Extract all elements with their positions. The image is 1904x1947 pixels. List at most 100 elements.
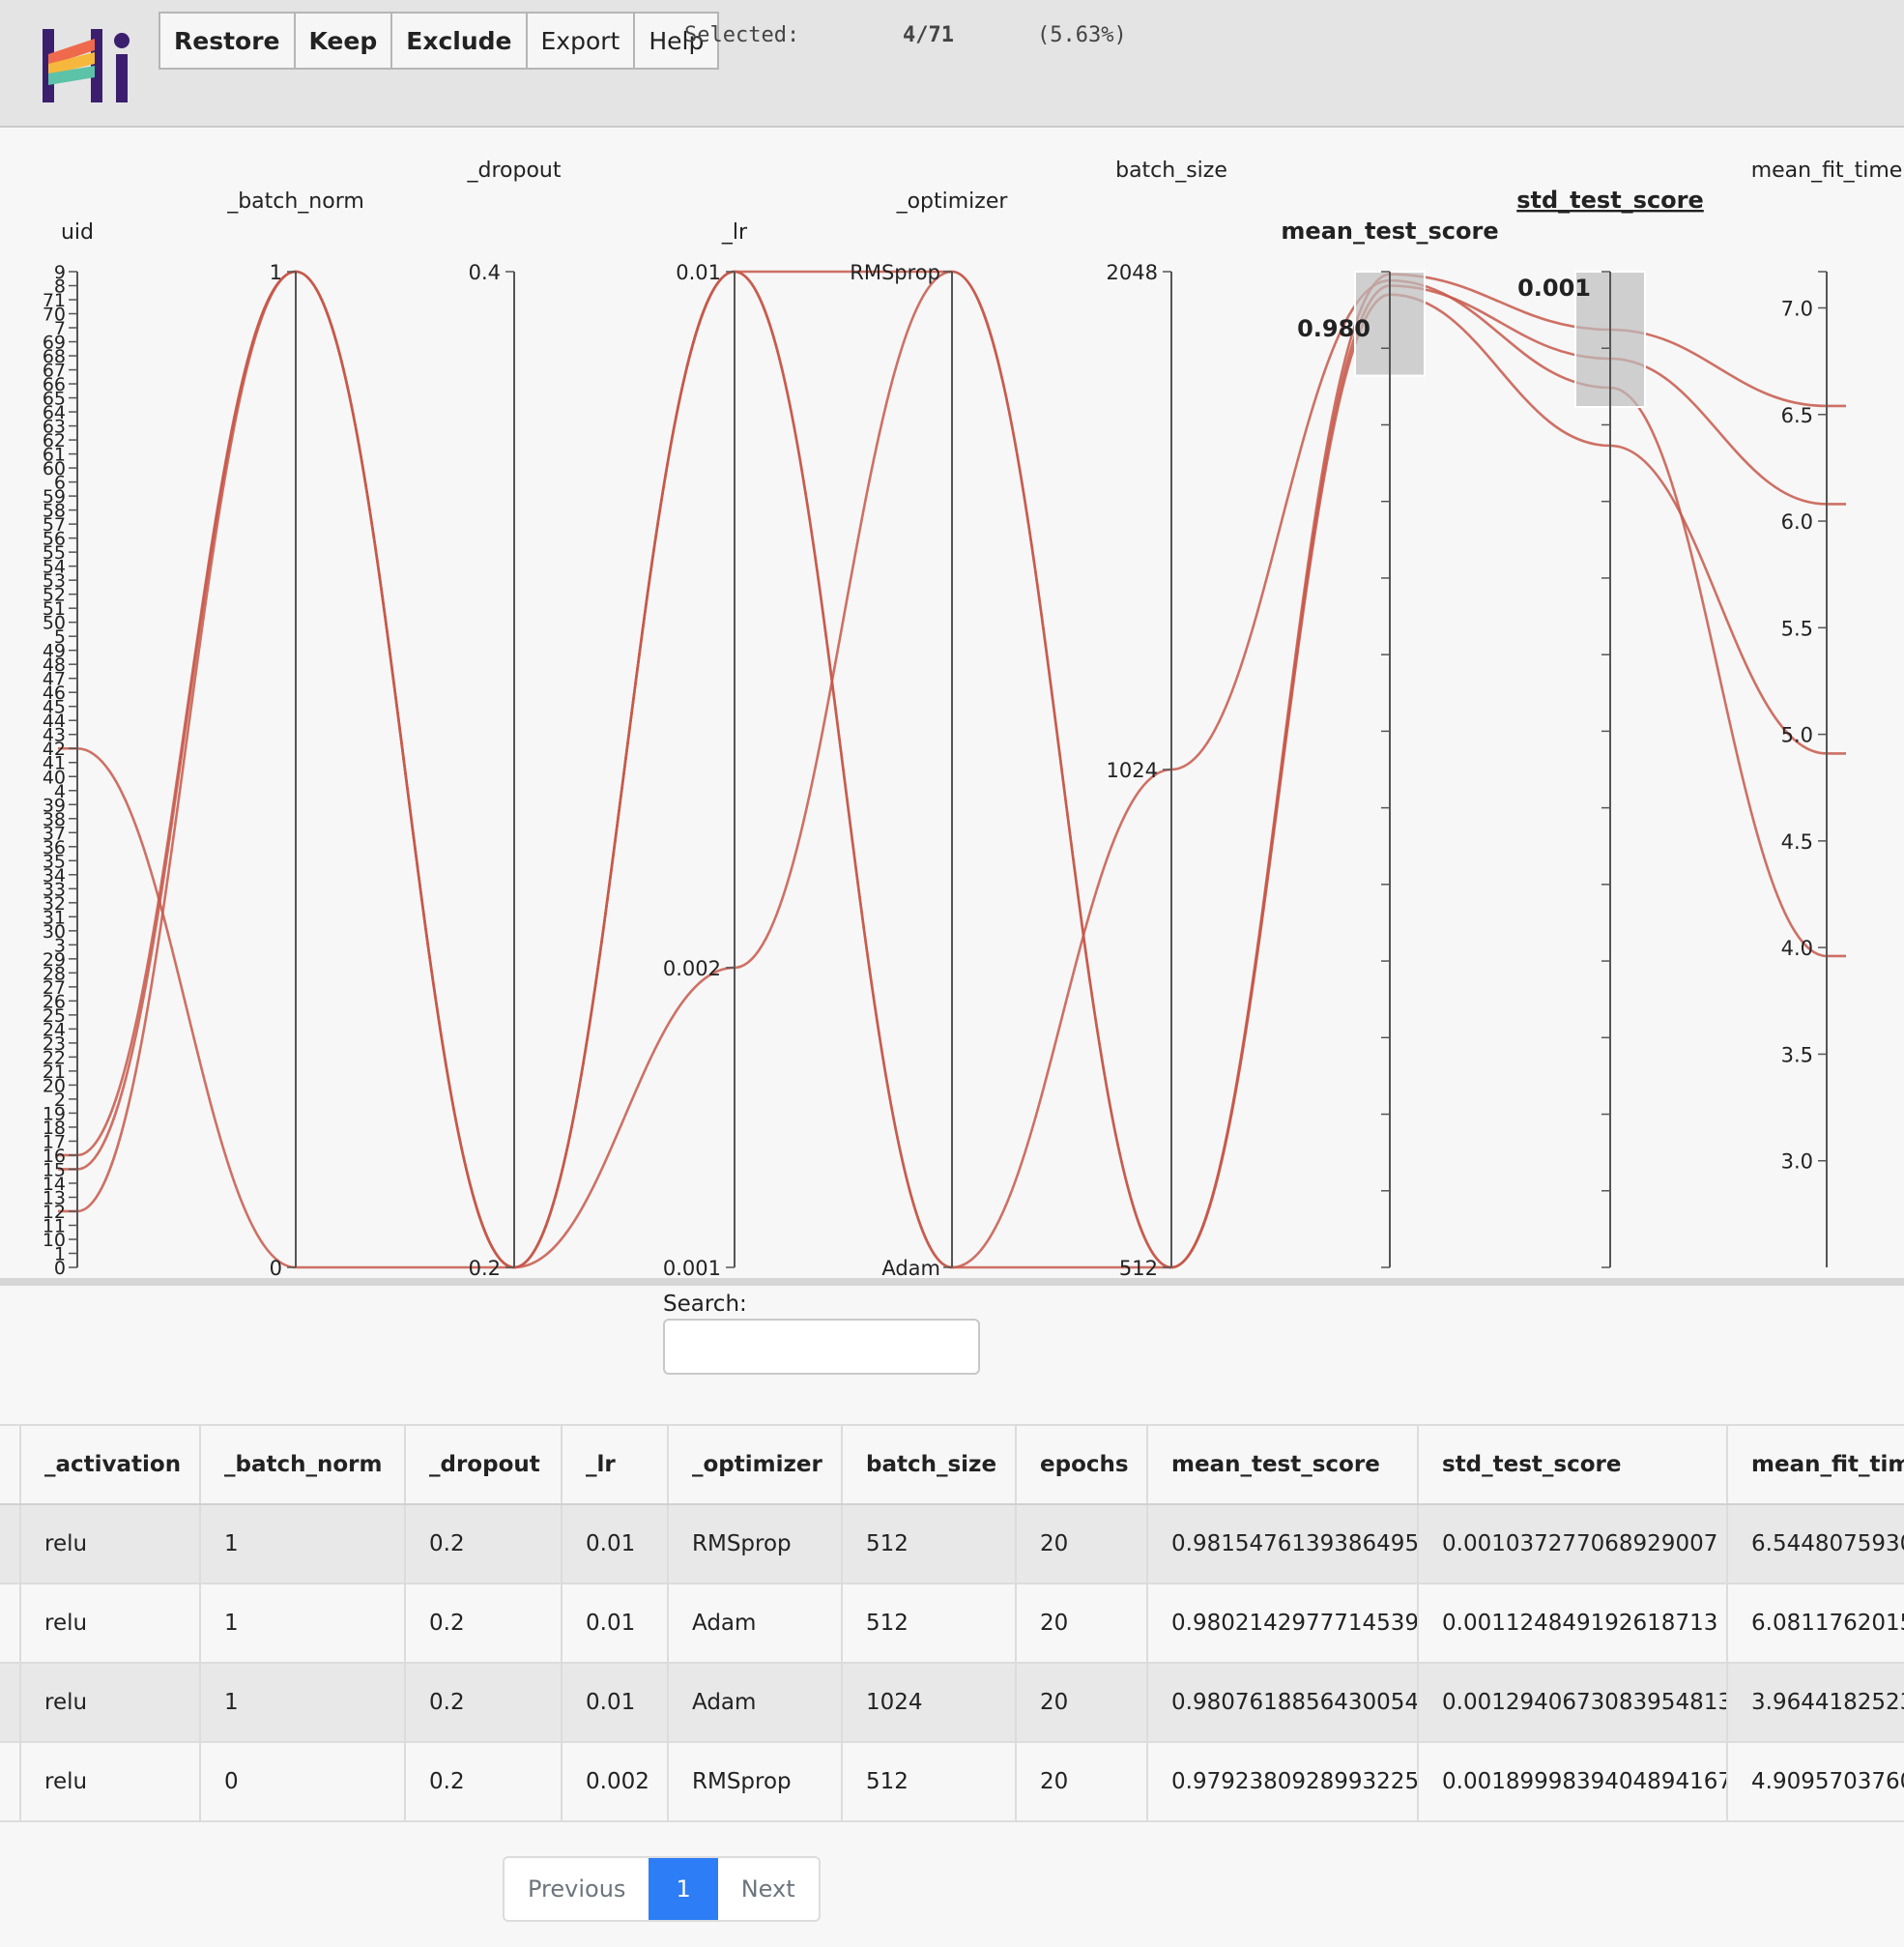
axis-lr: 0.001 0.002 0.01_lr [663, 220, 748, 1280]
table-cell: Adam [668, 1663, 843, 1743]
tick-label: 3.0 [1781, 1150, 1813, 1174]
table-cell: relu [20, 1742, 201, 1822]
table-cell: RMSprop [668, 1742, 843, 1822]
brush-value-label: 0.980 [1297, 315, 1370, 342]
table-cell: 0.01 [562, 1663, 669, 1743]
table-cell: 1024 [842, 1663, 1017, 1743]
plot-resize-handle[interactable] [0, 1278, 1904, 1286]
tick-label: 6.0 [1781, 510, 1813, 534]
table-cell: 3.964418252302 [1727, 1663, 1904, 1743]
table-cell: 6.544807593025 [1727, 1504, 1904, 1584]
search-input[interactable] [663, 1319, 980, 1375]
column-header[interactable]: std_test_score [1418, 1424, 1728, 1505]
tick-label: 0.002 [663, 957, 721, 980]
table-cell: 1 [200, 1663, 406, 1743]
column-header[interactable]: batch_size [842, 1424, 1017, 1505]
table-cell: RMSprop [668, 1504, 843, 1584]
table-cell: 512 [842, 1584, 1017, 1664]
search-label: Search: [663, 1292, 747, 1317]
table-cell: 0.0018999839404894167 [1418, 1742, 1728, 1822]
tick-label: 2048 [1107, 261, 1158, 284]
table-cell: 0.9807618856430054 [1147, 1663, 1419, 1743]
table-cell: 0.01 [562, 1504, 669, 1584]
table-cell: 20 [1016, 1663, 1148, 1743]
table-cell: 20 [1016, 1504, 1148, 1584]
tick-label: 0.01 [676, 261, 721, 284]
previous-page-button[interactable]: Previous [505, 1858, 649, 1920]
axis-title[interactable]: batch_size [1115, 159, 1227, 183]
toolbar: Restore Keep Exclude Export Help Selecte… [0, 0, 1904, 128]
selected-label: Selected: [684, 23, 800, 47]
axis-batch-size: 512 1024 2048 batch_size [1107, 159, 1227, 1280]
table-header-row: _activation _batch_norm _dropout _lr _op… [0, 1424, 1904, 1505]
table-row[interactable]: relu 1 0.2 0.01 Adam 1024 20 0.980761885… [0, 1663, 1904, 1743]
column-header[interactable]: _lr [562, 1424, 669, 1505]
table-cell: relu [20, 1663, 201, 1743]
axis-title[interactable]: _lr [721, 220, 748, 245]
column-header[interactable]: _optimizer [668, 1424, 843, 1505]
table-cell: 0.01 [562, 1584, 669, 1664]
table-cell: 1 [200, 1504, 406, 1584]
column-header-select[interactable] [0, 1424, 21, 1505]
table-cell: 0.2 [405, 1742, 563, 1822]
axis-title[interactable]: mean_test_score [1281, 218, 1498, 245]
table-row[interactable]: relu 0 0.2 0.002 RMSprop 512 20 0.979238… [0, 1742, 1904, 1822]
column-header[interactable]: _dropout [405, 1424, 563, 1505]
tick-label: 6.5 [1781, 404, 1813, 427]
axis-title[interactable]: _optimizer [896, 189, 1009, 214]
axis-mean-fit-time: 3.0 3.5 4.0 4.5 5.0 5.5 6.0 6.5 7.0 mean_fit_time [1751, 159, 1903, 1267]
selected-count: 4/71 [903, 23, 954, 47]
column-header[interactable]: mean_fit_time [1727, 1424, 1904, 1505]
table-cell: 1 [200, 1584, 406, 1664]
table-cell: 6.081176201502 [1727, 1584, 1904, 1664]
table-cell [0, 1504, 21, 1584]
axis-mean-test-score: 0.980 mean_test_score [1281, 218, 1499, 1268]
tick-label: 0.2 [469, 1257, 501, 1280]
axis-title[interactable]: _batch_norm [226, 189, 364, 214]
axis-title[interactable]: mean_fit_time [1751, 159, 1903, 183]
table-cell: 0.0012940673083954813 [1418, 1663, 1728, 1743]
table-cell [0, 1663, 21, 1743]
table-cell: 0.2 [405, 1584, 563, 1664]
table-row[interactable]: relu 1 0.2 0.01 RMSprop 512 20 0.9815476… [0, 1504, 1904, 1584]
parallel-coordinates-plot: 0110111213141516171819220212223242526272… [43, 159, 1903, 1280]
axis-title[interactable]: uid [61, 220, 94, 245]
axis-title[interactable]: std_test_score [1516, 187, 1704, 214]
brush-value-label: 0.001 [1517, 275, 1591, 302]
axis-dropout: 0.2 0.4 _dropout [467, 159, 562, 1280]
column-header[interactable]: _activation [20, 1424, 201, 1505]
table-cell: 20 [1016, 1742, 1148, 1822]
table-cell: relu [20, 1584, 201, 1664]
tick-label: 512 [1119, 1257, 1158, 1280]
table-cell: 0.2 [405, 1663, 563, 1743]
keep-button[interactable]: Keep [293, 12, 393, 70]
export-button[interactable]: Export [525, 12, 636, 70]
column-header[interactable]: _batch_norm [200, 1424, 406, 1505]
axis-optimizer: Adam RMSprop _optimizer [850, 189, 1008, 1280]
tick-label: 7.0 [1781, 297, 1813, 320]
table-cell: 0.2 [405, 1504, 563, 1584]
tick-label: 0 [270, 1257, 282, 1280]
table-cell: 0.002 [562, 1742, 669, 1822]
table-cell: 0.00112484919261871​3 [1418, 1584, 1728, 1664]
tick-label: 0.4 [469, 261, 501, 284]
exclude-button[interactable]: Exclude [390, 12, 528, 70]
tick-label: 1 [270, 261, 282, 284]
table-cell: 0.9802142977714539 [1147, 1584, 1419, 1664]
table-cell: 0.001037277068929007 [1418, 1504, 1728, 1584]
axis-title[interactable]: _dropout [467, 159, 562, 183]
restore-button[interactable]: Restore [159, 12, 296, 70]
page-1-button[interactable]: 1 [649, 1858, 718, 1920]
table-cell [0, 1584, 21, 1664]
table-cell: Adam [668, 1584, 843, 1664]
column-header[interactable]: epochs [1016, 1424, 1148, 1505]
axis-batch-norm: 0 1 _batch_norm [226, 189, 364, 1280]
table-cell: 512 [842, 1742, 1017, 1822]
next-page-button[interactable]: Next [717, 1858, 819, 1920]
table-cell [0, 1742, 21, 1822]
pagination: Previous 1 Next [503, 1856, 821, 1922]
axis-std-test-score: 0.001 std_test_score [1516, 187, 1704, 1268]
table-cell: 4.909570376078 [1727, 1742, 1904, 1822]
table-row[interactable]: relu 1 0.2 0.01 Adam 512 20 0.9802142977… [0, 1584, 1904, 1664]
column-header[interactable]: mean_test_score [1147, 1424, 1419, 1505]
